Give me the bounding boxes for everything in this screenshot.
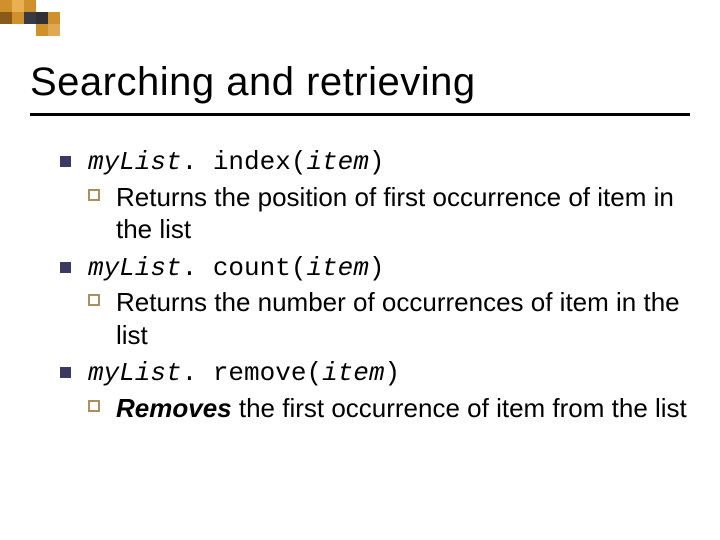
code-line: myList. remove(item) — [88, 357, 690, 390]
deco-square — [24, 0, 36, 12]
deco-square — [0, 0, 12, 12]
slide-content: Searching and retrieving myList. index(i… — [30, 60, 690, 430]
sub-lead: Removes — [116, 393, 232, 423]
page-title: Searching and retrieving — [30, 60, 690, 105]
code-method: . index( — [182, 147, 307, 177]
deco-square — [12, 12, 24, 24]
list-item: myList. index(item)Returns the position … — [60, 146, 690, 246]
deco-square — [12, 0, 24, 12]
code-close: ) — [369, 147, 385, 177]
bullet-icon — [60, 367, 71, 378]
code-arg: item — [306, 147, 368, 177]
code-arg: item — [322, 358, 384, 388]
sub-item: Returns the number of occurrences of ite… — [88, 286, 690, 351]
code-line: myList. count(item) — [88, 252, 690, 285]
bullet-icon — [60, 262, 71, 273]
code-arg: item — [306, 253, 368, 283]
code-close: ) — [384, 358, 400, 388]
code-receiver: myList — [88, 253, 182, 283]
sub-item: Removes the first occurrence of item fro… — [88, 392, 690, 425]
code-method: . count( — [182, 253, 307, 283]
sub-bullet-icon — [88, 400, 100, 412]
sub-bullet-icon — [88, 189, 100, 201]
code-receiver: myList — [88, 358, 182, 388]
deco-square — [36, 24, 48, 36]
deco-square — [36, 12, 48, 24]
title-rule — [30, 113, 690, 116]
deco-square — [48, 24, 60, 36]
deco-square — [24, 12, 36, 24]
sub-lead: Returns — [116, 287, 207, 317]
list-item: myList. count(item)Returns the number of… — [60, 252, 690, 352]
sub-lead: Returns — [116, 182, 207, 212]
slide: Searching and retrieving myList. index(i… — [0, 0, 720, 540]
body-list: myList. index(item)Returns the position … — [30, 146, 690, 424]
deco-square — [48, 12, 60, 24]
bullet-icon — [60, 156, 71, 167]
code-close: ) — [369, 253, 385, 283]
sub-bullet-icon — [88, 294, 100, 306]
sub-text: the first occurrence of item from the li… — [232, 393, 687, 423]
list-item: myList. remove(item)Removes the first oc… — [60, 357, 690, 424]
corner-decoration — [0, 0, 100, 40]
sub-item: Returns the position of first occurrence… — [88, 181, 690, 246]
code-line: myList. index(item) — [88, 146, 690, 179]
deco-square — [0, 12, 12, 24]
code-method: . remove( — [182, 358, 322, 388]
code-receiver: myList — [88, 147, 182, 177]
